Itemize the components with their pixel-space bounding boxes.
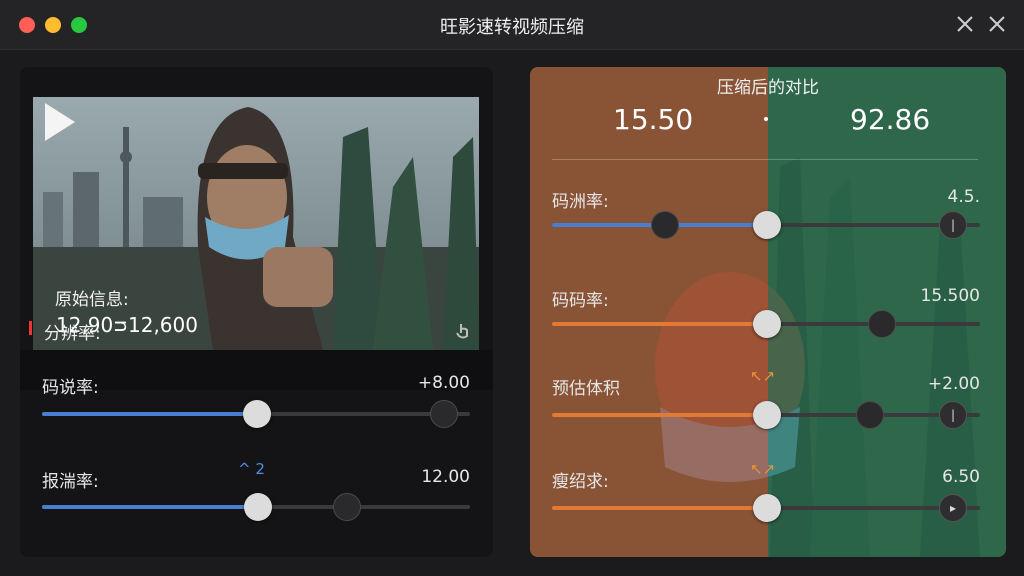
slider-end-handle-r1[interactable]: | [939, 211, 967, 239]
original-info-label: 原始信息: [55, 290, 129, 310]
slider-handle-r1[interactable] [753, 211, 781, 239]
slider-end-handle-bitrate[interactable] [430, 400, 458, 428]
slider-secondary-handle-framerate[interactable] [333, 493, 361, 521]
compare-value-right: 92.86 [850, 103, 931, 136]
slider-label-r2: 码码率: [552, 291, 609, 311]
close-icon[interactable] [986, 13, 1008, 35]
slider-fill-framerate [42, 505, 256, 509]
slider-label-bitrate: 码说率: [42, 378, 99, 398]
slider-hint-framerate: ^ 2 [238, 460, 265, 478]
slider-value-r3: +2.00 [927, 374, 980, 394]
slider-label-r1: 码洲率: [552, 192, 609, 212]
video-preview[interactable]: 原始信息: 12,90ᴝ12,600 [33, 97, 479, 350]
compare-value-left: 15.50 [613, 103, 694, 136]
slider-hint-r4: ↖↗ [750, 460, 776, 478]
compare-panel: 压缩后的对比 15.50 92.86 码洲率: 4.5. | 码码率: 15.5… [530, 67, 1006, 557]
slider-handle-r2[interactable] [753, 310, 781, 338]
compare-separator-dot [764, 117, 768, 121]
compare-title: 压缩后的对比 [717, 78, 819, 98]
slider-fill-r3 [552, 413, 768, 417]
slider-end-handle-r4[interactable]: ▸ [939, 494, 967, 522]
close-icon[interactable] [954, 13, 976, 35]
slider-handle-framerate[interactable] [244, 493, 272, 521]
slider-label-r3: 预估体积 [552, 379, 620, 399]
slider-value-framerate: 12.00 [421, 467, 470, 487]
slider-secondary-handle-r2[interactable] [868, 310, 896, 338]
tap-icon[interactable] [453, 321, 473, 341]
slider-handle-r3[interactable] [753, 401, 781, 429]
slider-secondary-handle-r3[interactable] [856, 401, 884, 429]
slider-end-handle-r3[interactable]: | [939, 401, 967, 429]
slider-secondary-handle-r1[interactable] [651, 211, 679, 239]
slider-handle-r4[interactable] [753, 494, 781, 522]
slider-value-r4: 6.50 [942, 467, 980, 487]
play-icon[interactable] [33, 97, 83, 147]
slider-fill-r2 [552, 322, 768, 326]
slider-label-r4: 瘦绍求: [552, 472, 609, 492]
compare-divider [552, 159, 978, 160]
slider-hint-r3: ↖↗ [750, 367, 776, 385]
window-title: 旺影速转视频压缩 [440, 17, 584, 38]
slider-fill-r4 [552, 506, 768, 510]
slider-value-r1: 4.5. [947, 187, 980, 207]
slider-label-framerate: 报湍率: [42, 472, 99, 492]
slider-fill-bitrate [42, 412, 256, 416]
slider-value-bitrate: +8.00 [417, 373, 470, 393]
source-panel: 原始信息: 12,90ᴝ12,600 分辨率: 码说率: +8.00 ^ 2 报… [20, 67, 493, 557]
title-bar: 旺影速转视频压缩 [0, 0, 1024, 50]
slider-handle-bitrate[interactable] [243, 400, 271, 428]
slider-value-r2: 15.500 [920, 286, 980, 306]
resolution-marker [29, 321, 32, 335]
resolution-label: 分辨率: [44, 324, 101, 344]
